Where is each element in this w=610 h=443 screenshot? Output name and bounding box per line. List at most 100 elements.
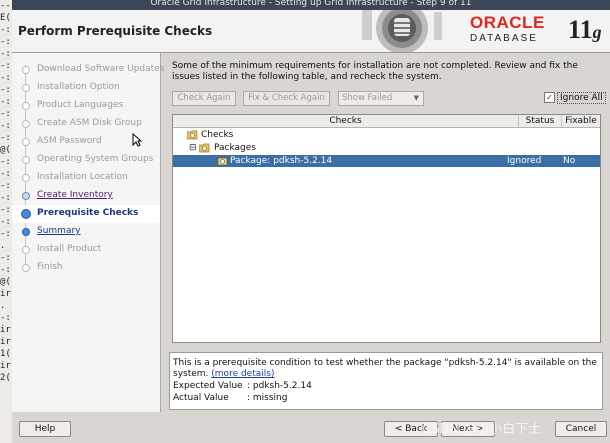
requirements-message: Some of the minimum requirements for ins… — [172, 61, 578, 82]
terminal-line: -: — [0, 121, 11, 131]
terminal-line: -: — [0, 229, 11, 239]
terminal-line: . — [0, 241, 6, 251]
step-status-icon — [22, 192, 30, 200]
folder-icon — [187, 129, 198, 141]
terminal-line: -: — [0, 49, 11, 59]
step-item: Download Software Updates — [12, 61, 164, 79]
terminal-line: -: — [0, 157, 11, 167]
column-header-checks[interactable]: Checks — [173, 115, 519, 127]
collapse-toggle-icon[interactable]: ⊟ — [189, 142, 197, 154]
terminal-line: -: — [0, 61, 11, 71]
main-panel: Some of the minimum requirements for ins… — [162, 53, 610, 412]
step-status-icon — [22, 228, 30, 236]
step-status-icon — [22, 66, 30, 74]
gear-icon — [362, 10, 442, 52]
step-label: Product Languages — [37, 100, 124, 110]
step-item[interactable]: Create Inventory — [12, 187, 160, 205]
terminal-line: ir — [0, 325, 11, 335]
table-row-selected[interactable]: Package: pdksh-5.2.14 Ignored No — [173, 155, 600, 167]
step-label: Install Product — [37, 244, 102, 254]
step-label: Create Inventory — [37, 190, 113, 200]
step-status-icon — [22, 102, 30, 110]
step-status-icon — [22, 138, 30, 146]
terminal-line: ir — [0, 337, 11, 347]
terminal-line: -: — [0, 109, 11, 119]
step-label: Installation Location — [37, 172, 128, 182]
ignore-all-label: Ignore All — [557, 91, 606, 104]
step-status-icon — [21, 209, 31, 219]
step-label: Summary — [37, 226, 81, 236]
step-label: Prerequisite Checks — [37, 208, 139, 218]
oracle-logo: ORACLE DATABASE — [470, 13, 545, 45]
installer-window: Oracle Grid Infrastructure - Setting up … — [12, 0, 610, 443]
folder-icon — [199, 142, 210, 154]
version-badge: 11g — [568, 15, 602, 44]
terminal-line: -: — [0, 265, 11, 275]
background-terminal: -- E(-: -: -: -: -: -: -: -: -: -: @(-: -: -: -: -: -: -:… — [0, 0, 12, 443]
step-item: ASM Password — [12, 133, 160, 151]
step-item: Operating System Groups — [12, 151, 160, 169]
window-title-bar[interactable]: Oracle Grid Infrastructure - Setting up … — [12, 0, 610, 10]
column-header-status[interactable]: Status — [519, 115, 562, 127]
terminal-line: -: — [0, 193, 11, 203]
step-item: Installation Option — [12, 79, 160, 97]
step-item: Finish — [12, 259, 160, 277]
terminal-line: -: — [0, 133, 11, 143]
button-bar: Help < Back Next > Cancel CSDN @小小白下士 — [12, 412, 610, 443]
row-label: Package: pdksh-5.2.14 — [230, 156, 333, 166]
fix-check-again-button[interactable]: Fix & Check Again — [243, 91, 330, 106]
step-label: Operating System Groups — [37, 154, 154, 164]
step-label: Finish — [37, 262, 63, 272]
row-fixable: No — [563, 156, 576, 166]
terminal-line: . — [0, 301, 6, 311]
table-row[interactable]: Checks — [173, 129, 600, 141]
help-button[interactable]: Help — [19, 421, 71, 437]
step-status-icon — [22, 120, 30, 128]
page-title: Perform Prerequisite Checks — [18, 24, 213, 38]
column-header-fixable[interactable]: Fixable — [562, 115, 600, 127]
ignore-all-checkbox[interactable]: ✓ Ignore All — [544, 91, 606, 104]
step-item: Prerequisite Checks — [12, 205, 160, 223]
step-label: Download Software Updates — [37, 64, 165, 74]
step-status-icon — [22, 264, 30, 272]
terminal-line: -: — [0, 253, 11, 263]
step-status-icon — [22, 84, 30, 92]
step-label: Create ASM Disk Group — [37, 118, 142, 128]
row-status: Ignored — [507, 156, 542, 166]
chevron-down-icon: ▼ — [413, 94, 419, 102]
step-status-icon — [22, 246, 30, 254]
step-item: Create ASM Disk Group — [12, 115, 160, 133]
terminal-line: -: — [0, 217, 11, 227]
step-item: Product Languages — [12, 97, 160, 115]
step-label: ASM Password — [37, 136, 102, 146]
table-header: Checks Status Fixable — [173, 115, 600, 128]
terminal-line: -: — [0, 313, 11, 323]
watermark-text: CSDN @小小白下士 — [422, 422, 542, 437]
terminal-line: 1( — [0, 349, 11, 359]
checkbox-checked-icon[interactable]: ✓ — [544, 92, 555, 103]
more-details-link[interactable]: (more details) — [211, 369, 274, 379]
terminal-line: -: — [0, 85, 11, 95]
terminal-line: -: — [0, 25, 11, 35]
terminal-line: -: — [0, 169, 11, 179]
step-item: Install Product — [12, 241, 160, 259]
check-again-button[interactable]: Check Again — [172, 91, 236, 106]
terminal-line: -- — [0, 1, 11, 11]
terminal-line: ir — [0, 361, 11, 371]
filter-select[interactable]: Show Failed ▼ — [338, 91, 424, 106]
step-status-icon — [22, 174, 30, 182]
row-label: Checks — [201, 130, 234, 140]
step-navigator: Download Software Updates Installation Op… — [12, 53, 164, 412]
details-description: This is a prerequisite condition to test… — [173, 358, 597, 368]
step-label: Installation Option — [37, 82, 120, 92]
terminal-line: -: — [0, 37, 11, 47]
terminal-line: -: — [0, 73, 11, 83]
terminal-line: -: — [0, 97, 11, 107]
table-row[interactable]: ⊟ Packages — [173, 142, 600, 154]
terminal-line: -: — [0, 181, 11, 191]
step-item[interactable]: Summary — [12, 223, 160, 241]
row-label: Packages — [214, 143, 256, 153]
cancel-button[interactable]: Cancel — [555, 421, 607, 437]
